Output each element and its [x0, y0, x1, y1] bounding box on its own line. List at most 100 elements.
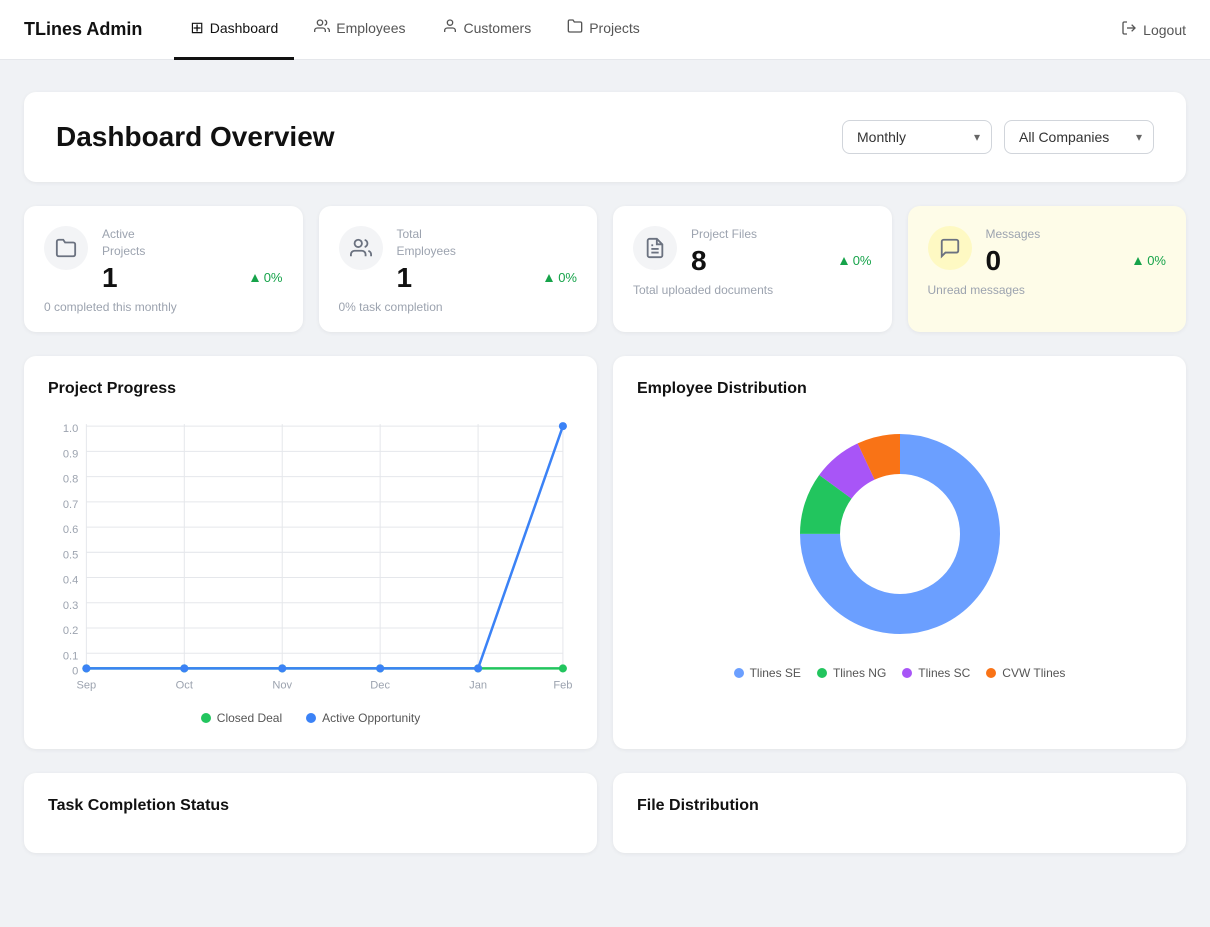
navbar: TLines Admin ⊞ Dashboard Employees Custo… — [0, 0, 1210, 60]
legend-tlines-sc: Tlines SC — [902, 666, 970, 680]
stat-card-employees: TotalEmployees 1 0% 0% task completion — [319, 206, 598, 332]
nav-item-customers[interactable]: Customers — [426, 0, 548, 60]
line-chart-area: 1.0 0.9 0.8 0.7 0.6 0.5 0.4 0.3 0.2 0.1 … — [48, 414, 573, 726]
legend-cvw-tlines: CVW Tlines — [986, 666, 1065, 680]
svg-text:0.9: 0.9 — [63, 448, 78, 460]
nav-item-dashboard[interactable]: ⊞ Dashboard — [174, 0, 294, 60]
donut-legend: Tlines SE Tlines NG Tlines SC CVW Tlines — [734, 666, 1066, 680]
files-stat-label: Project Files — [691, 226, 872, 243]
bottom-row: Task Completion Status File Distribution — [24, 773, 1186, 853]
svg-text:0: 0 — [72, 665, 78, 677]
svg-text:0.1: 0.1 — [63, 650, 78, 662]
logout-button[interactable]: Logout — [1121, 20, 1186, 39]
projects-stat-icon — [44, 226, 88, 270]
header-card: Dashboard Overview Monthly Weekly Daily … — [24, 92, 1186, 182]
employees-stat-value: 1 — [397, 262, 413, 294]
task-completion-card: Task Completion Status — [24, 773, 597, 853]
stat-cards: ActiveProjects 1 0% 0 completed this mon… — [24, 206, 1186, 332]
main-content: Dashboard Overview Monthly Weekly Daily … — [0, 60, 1210, 885]
closed-deal-dot — [201, 713, 211, 723]
header-controls: Monthly Weekly Daily Yearly All Companie… — [842, 120, 1154, 154]
file-distribution-card: File Distribution — [613, 773, 1186, 853]
svg-text:0.7: 0.7 — [63, 498, 78, 510]
nav-label-employees: Employees — [336, 20, 405, 36]
tlines-ng-dot — [817, 668, 827, 678]
stat-card-projects: ActiveProjects 1 0% 0 completed this mon… — [24, 206, 303, 332]
svg-text:Nov: Nov — [272, 679, 292, 691]
nav-links: ⊞ Dashboard Employees Customers Projects — [174, 0, 1121, 60]
company-select-wrapper: All Companies Tlines SE Tlines NG Tlines… — [1004, 120, 1154, 154]
messages-stat-sub: Unread messages — [928, 283, 1167, 297]
messages-stat-icon — [928, 226, 972, 270]
charts-row: Project Progress 1.0 0.9 0.8 0.7 0.6 0.5… — [24, 356, 1186, 750]
dashboard-icon: ⊞ — [190, 18, 203, 38]
tlines-sc-dot — [902, 668, 912, 678]
company-select[interactable]: All Companies Tlines SE Tlines NG Tlines… — [1004, 120, 1154, 154]
svg-text:0.6: 0.6 — [63, 524, 78, 536]
dashboard-title: Dashboard Overview — [56, 121, 335, 153]
period-select-wrapper: Monthly Weekly Daily Yearly — [842, 120, 992, 154]
legend-tlines-se: Tlines SE — [734, 666, 801, 680]
tlines-se-label: Tlines SE — [750, 666, 801, 680]
active-opp-dot — [306, 713, 316, 723]
file-distribution-title: File Distribution — [637, 797, 1162, 815]
projects-stat-label: ActiveProjects — [102, 226, 283, 260]
cvw-tlines-dot — [986, 668, 996, 678]
files-stat-value: 8 — [691, 245, 707, 277]
projects-stat-info: ActiveProjects 1 0% — [102, 226, 283, 294]
projects-stat-change: 0% — [249, 270, 283, 285]
period-select[interactable]: Monthly Weekly Daily Yearly — [842, 120, 992, 154]
projects-stat-value: 1 — [102, 262, 118, 294]
projects-icon — [567, 18, 583, 39]
messages-stat-change: 0% — [1132, 253, 1166, 268]
svg-text:1.0: 1.0 — [63, 423, 78, 435]
nav-label-projects: Projects — [589, 20, 640, 36]
employees-icon — [314, 18, 330, 39]
employees-stat-sub: 0% task completion — [339, 300, 578, 314]
svg-text:Dec: Dec — [370, 679, 390, 691]
stat-card-messages: Messages 0 0% Unread messages — [908, 206, 1187, 332]
employee-distribution-title: Employee Distribution — [637, 380, 1162, 398]
nav-item-employees[interactable]: Employees — [298, 0, 421, 60]
svg-text:Oct: Oct — [176, 679, 193, 691]
svg-text:0.5: 0.5 — [63, 549, 78, 561]
employee-distribution-card: Employee Distribution — [613, 356, 1186, 750]
messages-stat-label: Messages — [986, 226, 1167, 243]
svg-text:0.3: 0.3 — [63, 599, 78, 611]
projects-stat-sub: 0 completed this monthly — [44, 300, 283, 314]
brand-logo: TLines Admin — [24, 19, 142, 40]
svg-text:Jan: Jan — [469, 679, 487, 691]
donut-area: Tlines SE Tlines NG Tlines SC CVW Tlines — [637, 414, 1162, 680]
project-progress-card: Project Progress 1.0 0.9 0.8 0.7 0.6 0.5… — [24, 356, 597, 750]
files-stat-icon — [633, 226, 677, 270]
nav-label-dashboard: Dashboard — [210, 20, 279, 36]
donut-chart-svg — [780, 414, 1020, 654]
employees-stat-info: TotalEmployees 1 0% — [397, 226, 578, 294]
employees-stat-label: TotalEmployees — [397, 226, 578, 260]
svg-text:Sep: Sep — [76, 679, 96, 691]
messages-stat-info: Messages 0 0% — [986, 226, 1167, 277]
active-opp-label: Active Opportunity — [322, 711, 420, 725]
legend-closed-deal: Closed Deal — [201, 711, 282, 725]
tlines-ng-label: Tlines NG — [833, 666, 886, 680]
tlines-sc-label: Tlines SC — [918, 666, 970, 680]
svg-text:Feb: Feb — [553, 679, 572, 691]
legend-tlines-ng: Tlines NG — [817, 666, 886, 680]
svg-text:0.8: 0.8 — [63, 473, 78, 485]
tlines-se-dot — [734, 668, 744, 678]
employees-stat-icon — [339, 226, 383, 270]
closed-deal-label: Closed Deal — [217, 711, 282, 725]
logout-icon — [1121, 20, 1137, 39]
legend-active-opp: Active Opportunity — [306, 711, 420, 725]
line-chart-svg: 1.0 0.9 0.8 0.7 0.6 0.5 0.4 0.3 0.2 0.1 … — [48, 414, 573, 697]
customers-icon — [442, 18, 458, 39]
task-completion-title: Task Completion Status — [48, 797, 573, 815]
stat-card-files: Project Files 8 0% Total uploaded docume… — [613, 206, 892, 332]
svg-text:0.4: 0.4 — [63, 574, 78, 586]
line-chart-legend: Closed Deal Active Opportunity — [48, 711, 573, 725]
logout-label: Logout — [1143, 22, 1186, 38]
nav-item-projects[interactable]: Projects — [551, 0, 656, 60]
messages-stat-value: 0 — [986, 245, 1002, 277]
svg-text:0.2: 0.2 — [63, 625, 78, 637]
project-progress-title: Project Progress — [48, 380, 573, 398]
